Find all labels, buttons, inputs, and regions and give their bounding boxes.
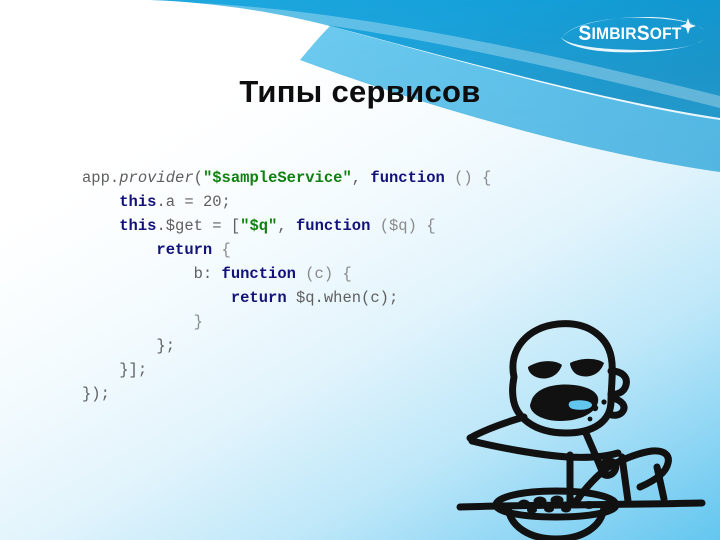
code-token-keyword: function <box>295 217 371 235</box>
code-line: }); <box>82 382 491 406</box>
code-token-plain: .$get = [ <box>156 217 241 235</box>
code-token-plain: , <box>351 169 371 187</box>
code-token-keyword: this <box>119 193 157 211</box>
logo-part-2: IMBIR <box>591 24 637 43</box>
code-token-plain: b: <box>193 265 222 283</box>
code-token-string: "$q" <box>240 217 278 235</box>
code-token-punct: (c) { <box>295 265 352 283</box>
slide: S IMBIR S OFT Типы сервисов app.provider("$… <box>0 0 720 540</box>
code-token-keyword: this <box>119 217 157 235</box>
code-token-punct: { <box>212 241 231 259</box>
code-line: return $q.when(c); <box>82 286 491 310</box>
code-token-plain: }; <box>156 337 176 355</box>
logo-part-3: S <box>636 22 650 45</box>
code-token-punct: () { <box>444 169 492 187</box>
code-line: this.a = 20; <box>82 190 491 214</box>
page-title: Типы сервисов <box>239 74 481 109</box>
code-token-keyword: return <box>156 241 213 259</box>
logo-part-1: S <box>578 22 592 45</box>
cereal-guy-illustration <box>456 320 706 540</box>
code-line: app.provider("$sampleService", function … <box>82 166 491 190</box>
code-block: app.provider("$sampleService", function … <box>82 166 491 406</box>
code-token-plain: $q.when(c); <box>286 289 399 307</box>
logo-wordmark: S IMBIR S OFT <box>560 14 700 54</box>
code-token-plain: }]; <box>119 361 148 379</box>
code-line: }; <box>82 334 491 358</box>
code-token-plain: ( <box>193 169 203 187</box>
code-token-string: "$sampleService" <box>202 169 352 187</box>
code-token-punct: } <box>193 313 203 331</box>
code-token-plain: .a = 20; <box>156 193 231 211</box>
code-token-keyword: function <box>370 169 445 187</box>
code-token-plain: }); <box>82 385 110 403</box>
code-token-fn: provider <box>119 169 194 187</box>
code-line: return { <box>82 238 491 262</box>
code-token-plain: , <box>277 217 296 235</box>
logo-part-4: OFT <box>649 24 682 43</box>
code-token-keyword: return <box>230 289 287 307</box>
code-token-plain: app. <box>82 169 120 187</box>
code-token-punct: ($q) { <box>370 217 436 235</box>
code-token-keyword: function <box>221 265 296 283</box>
logo: S IMBIR S OFT <box>554 14 706 54</box>
code-line: this.$get = ["$q", function ($q) { <box>82 214 491 238</box>
code-line: }]; <box>82 358 491 382</box>
code-line: } <box>82 310 491 334</box>
code-line: b: function (c) { <box>82 262 491 286</box>
